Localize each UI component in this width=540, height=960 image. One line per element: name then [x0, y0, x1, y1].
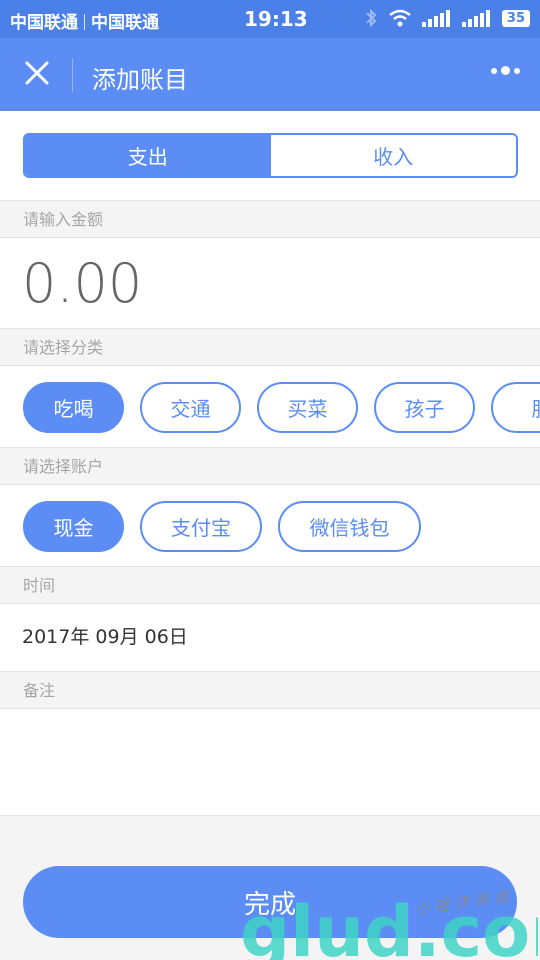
more-dot: [501, 66, 510, 75]
battery-indicator: 35: [501, 9, 530, 27]
main-content: 支出 收入 请输入金额 0.00 请选择分类 吃喝 交通 买菜 孩子 服 请选择…: [0, 111, 540, 816]
done-button[interactable]: 完成: [23, 866, 517, 938]
bluetooth-icon: [366, 8, 377, 28]
type-toggle-section: 支出 收入: [0, 111, 540, 201]
category-chip-transport[interactable]: 交通: [140, 382, 241, 433]
nav-divider: [72, 58, 73, 92]
category-chip-clothing[interactable]: 服: [491, 382, 540, 433]
more-dot: [491, 67, 497, 74]
category-chip-kids[interactable]: 孩子: [374, 382, 475, 433]
amount-label: 请输入金额: [0, 201, 540, 238]
status-time: 19:13: [244, 7, 308, 31]
status-bar: 中国联通 中国联通 19:13 35: [0, 0, 540, 38]
account-label: 请选择账户: [0, 448, 540, 485]
tab-expense[interactable]: 支出: [25, 135, 271, 176]
more-icon[interactable]: [491, 66, 520, 75]
account-chip-cash[interactable]: 现金: [23, 501, 124, 552]
close-icon[interactable]: [22, 58, 52, 88]
status-icons: 35: [364, 8, 530, 28]
note-input[interactable]: [0, 709, 540, 816]
category-label: 请选择分类: [0, 329, 540, 366]
signal-icon-1: [421, 10, 450, 27]
wifi-icon: [389, 9, 411, 27]
category-list: 吃喝 交通 买菜 孩子 服: [0, 366, 540, 448]
category-chip-eat[interactable]: 吃喝: [23, 382, 124, 433]
time-label: 时间: [0, 567, 540, 604]
page-title: 添加账目: [92, 66, 188, 94]
nav-bar: 添加账目: [0, 38, 540, 111]
carrier-1: 中国联通: [10, 13, 78, 33]
more-dot: [514, 67, 520, 74]
carrier-info: 中国联通 中国联通: [10, 8, 159, 33]
carrier-2: 中国联通: [91, 13, 159, 33]
account-chip-alipay[interactable]: 支付宝: [140, 501, 262, 552]
date-picker[interactable]: 2017年 09月 06日: [0, 604, 540, 672]
tab-income[interactable]: 收入: [270, 135, 516, 176]
account-chip-wechat[interactable]: 微信钱包: [278, 501, 421, 552]
signal-icon-2: [461, 10, 490, 27]
category-chip-groceries[interactable]: 买菜: [257, 382, 358, 433]
carrier-divider: [84, 14, 85, 30]
type-toggle: 支出 收入: [23, 133, 518, 178]
note-label: 备注: [0, 672, 540, 709]
account-list: 现金 支付宝 微信钱包: [0, 485, 540, 567]
amount-input[interactable]: 0.00: [0, 238, 540, 329]
